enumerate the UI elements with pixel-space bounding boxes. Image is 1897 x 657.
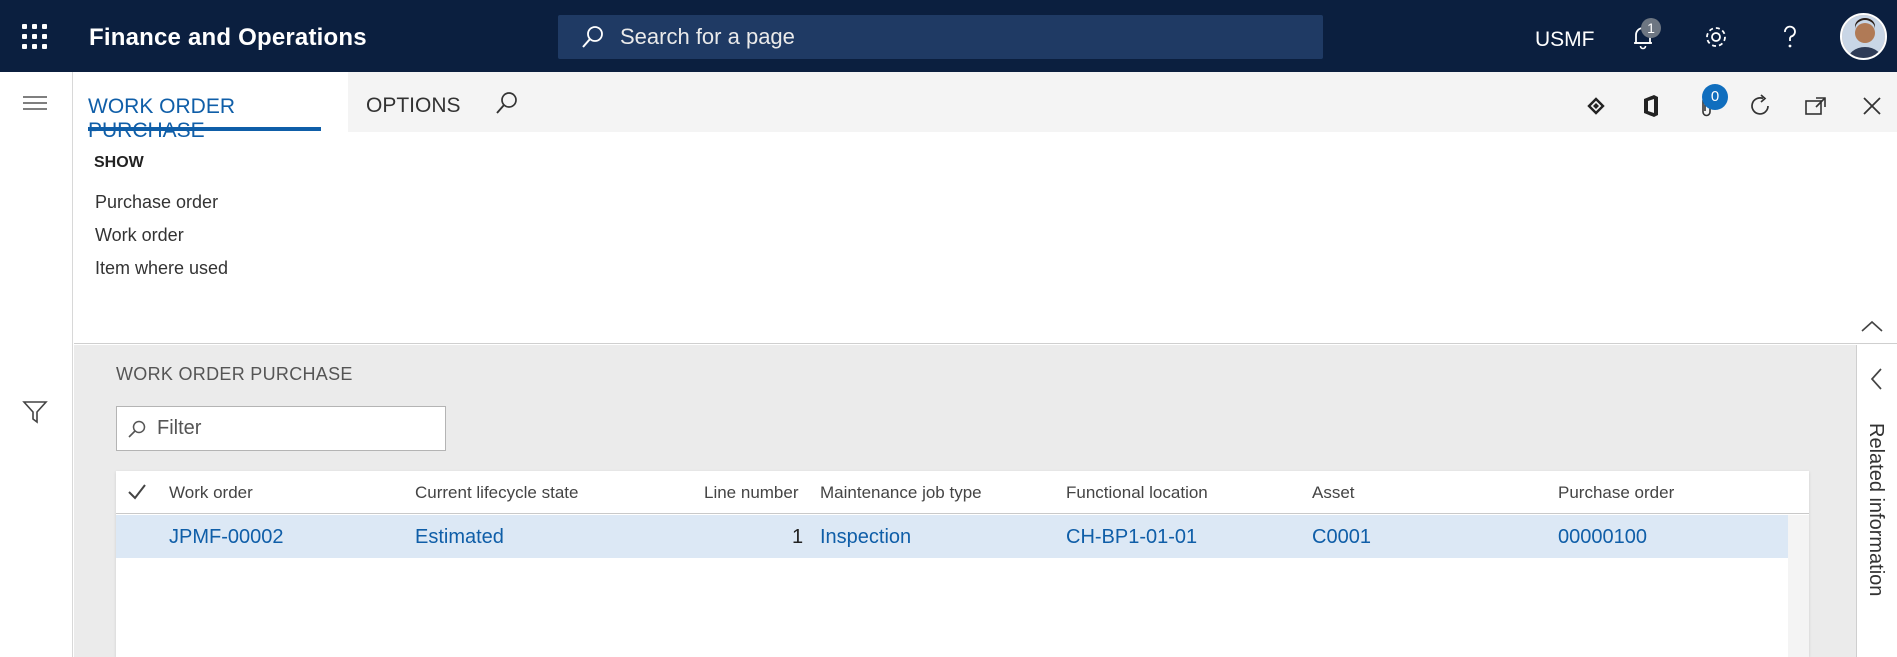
notification-count-badge: 1	[1641, 18, 1661, 38]
column-header-job-type[interactable]: Maintenance job type	[820, 483, 982, 503]
app-title[interactable]: Finance and Operations	[89, 24, 367, 52]
tab-options[interactable]: OPTIONS	[366, 94, 461, 118]
active-tab-indicator	[88, 127, 321, 131]
grid-filter-input[interactable]: Filter	[116, 406, 446, 451]
work-order-purchase-grid: Work order Current lifecycle state Line …	[116, 471, 1809, 657]
refresh-icon[interactable]	[1746, 92, 1774, 120]
top-navigation-bar: Finance and Operations Search for a page…	[0, 0, 1897, 72]
search-icon	[128, 420, 146, 438]
open-in-new-window-icon[interactable]	[1802, 92, 1830, 120]
gear-icon[interactable]	[1701, 22, 1731, 52]
left-navigation-rail	[0, 72, 73, 657]
search-icon	[582, 26, 603, 48]
item-where-used-button[interactable]: Item where used	[95, 258, 228, 279]
column-header-purchase-order[interactable]: Purchase order	[1558, 483, 1674, 503]
user-avatar[interactable]	[1840, 13, 1887, 60]
column-header-asset[interactable]: Asset	[1312, 483, 1355, 503]
power-apps-icon[interactable]	[1582, 92, 1610, 120]
select-all-checkmark-icon[interactable]	[127, 482, 147, 502]
hamburger-menu-icon[interactable]	[22, 94, 48, 112]
filter-icon[interactable]	[22, 399, 48, 425]
column-header-line-number[interactable]: Line number	[704, 483, 799, 503]
action-search-icon[interactable]	[494, 90, 520, 116]
column-header-work-order[interactable]: Work order	[169, 483, 253, 503]
cell-functional-location[interactable]: CH-BP1-01-01	[1066, 526, 1197, 549]
main-content: WORK ORDER PURCHASE Filter Work order Cu…	[74, 345, 1856, 657]
grid-scrollbar[interactable]	[1788, 515, 1809, 657]
grid-header: Work order Current lifecycle state Line …	[116, 471, 1809, 514]
tab-work-order-purchase[interactable]: WORK ORDER PURCHASE	[74, 72, 348, 142]
tab-label: WORK ORDER PURCHASE	[88, 95, 235, 142]
action-pane: WORK ORDER PURCHASE OPTIONS	[74, 72, 1897, 344]
related-information-label: Related information	[1865, 423, 1887, 597]
purchase-order-button[interactable]: Purchase order	[95, 192, 218, 213]
cell-lifecycle-state[interactable]: Estimated	[415, 526, 504, 549]
app-launcher-icon[interactable]	[22, 24, 48, 50]
help-icon[interactable]	[1775, 22, 1805, 52]
related-information-pane[interactable]: Related information	[1856, 345, 1897, 657]
show-group-title: SHOW	[94, 154, 144, 171]
cell-asset[interactable]: C0001	[1312, 526, 1371, 549]
cell-work-order[interactable]: JPMF-00002	[169, 526, 284, 549]
table-row[interactable]: JPMF-00002 Estimated 1 Inspection CH-BP1…	[116, 515, 1788, 558]
company-picker[interactable]: USMF	[1535, 28, 1595, 52]
column-header-lifecycle-state[interactable]: Current lifecycle state	[415, 483, 578, 503]
work-order-button[interactable]: Work order	[95, 225, 184, 246]
filter-placeholder: Filter	[157, 417, 202, 439]
cell-line-number: 1	[792, 526, 804, 548]
search-placeholder: Search for a page	[620, 24, 795, 49]
page-title: WORK ORDER PURCHASE	[116, 364, 353, 384]
chevron-up-icon[interactable]	[1860, 319, 1884, 333]
page-search-box[interactable]: Search for a page	[558, 15, 1323, 59]
cell-purchase-order[interactable]: 00000100	[1558, 526, 1647, 549]
chevron-left-icon[interactable]	[1869, 367, 1885, 391]
action-pane-tabstrip: WORK ORDER PURCHASE OPTIONS	[74, 72, 1897, 142]
column-header-functional-location[interactable]: Functional location	[1066, 483, 1208, 503]
close-icon[interactable]	[1858, 92, 1886, 120]
office-icon[interactable]	[1636, 92, 1664, 120]
cell-job-type[interactable]: Inspection	[820, 526, 911, 549]
attachment-count-badge: 0	[1702, 84, 1728, 110]
